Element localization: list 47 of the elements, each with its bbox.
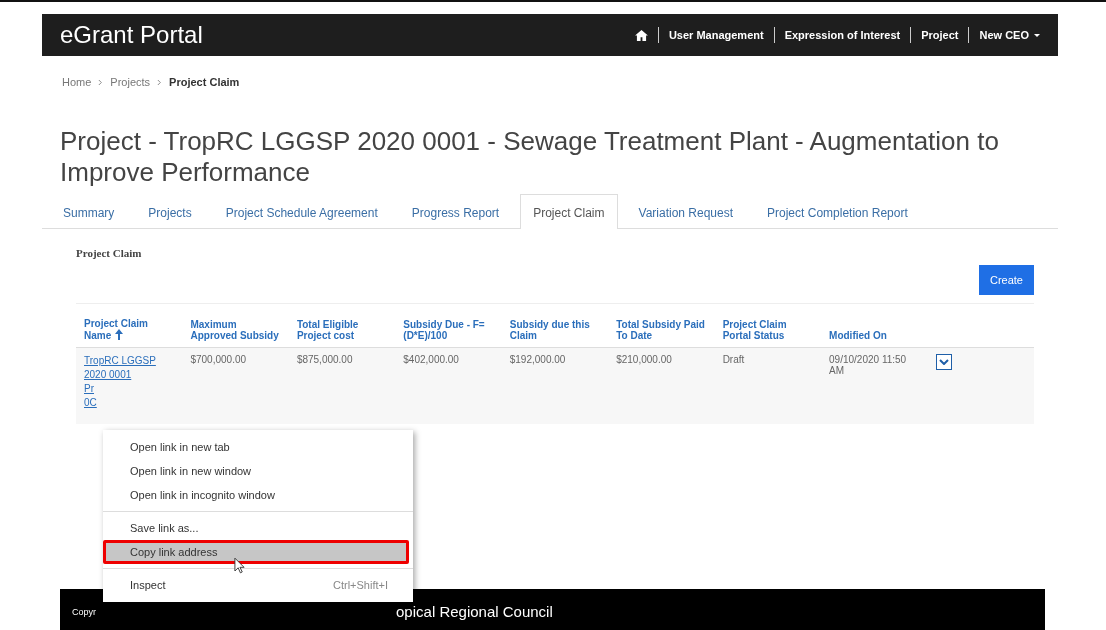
table-cell: $192,000.00 <box>501 347 609 424</box>
context-menu-item[interactable]: Open link in new window <box>103 459 413 483</box>
tab[interactable]: Variation Request <box>625 194 747 229</box>
column-header[interactable]: Subsidy due this Claim <box>501 312 609 348</box>
table-cell: $700,000.00 <box>182 347 289 424</box>
portal-brand[interactable]: eGrant Portal <box>60 21 203 49</box>
table-cell: 09/10/2020 11:50 AM <box>821 347 928 424</box>
context-menu-item[interactable]: Open link in new tab <box>103 435 413 459</box>
breadcrumb-link[interactable]: Home <box>62 76 92 88</box>
section-title: Project Claim <box>76 246 143 259</box>
table-cell: Draft <box>714 347 822 424</box>
page-title: Project - TropRC LGGSP 2020 0001 - Sewage Treatment Plant - Augmentation to Improve Performance <box>60 126 1000 188</box>
context-menu-item[interactable]: Save link as... <box>103 516 413 540</box>
tab[interactable]: Summary <box>50 194 128 229</box>
table-cell: $875,000.00 <box>288 347 396 424</box>
nav-link[interactable]: Expression of Interest <box>784 29 901 41</box>
column-header[interactable]: Project Claim Name <box>76 312 183 348</box>
column-header[interactable]: Maximum Approved Subsidy <box>182 312 289 348</box>
nav-link[interactable]: New CEO <box>979 29 1040 41</box>
breadcrumb-separator-icon <box>98 78 104 86</box>
breadcrumb-link[interactable]: Projects <box>110 76 151 88</box>
tab[interactable]: Project Claim <box>520 194 618 229</box>
tab[interactable]: Project Schedule Agreement <box>212 194 391 229</box>
tab[interactable]: Project Completion Report <box>754 194 921 229</box>
mouse-cursor-icon <box>234 557 245 574</box>
tab[interactable]: Progress Report <box>398 194 513 229</box>
chevron-down-icon <box>938 359 949 365</box>
context-menu-item[interactable]: Inspect Ctrl+Shift+I <box>103 573 413 597</box>
column-header[interactable]: Subsidy Due - F=(D*E)/100 <box>395 312 502 348</box>
breadcrumb-link[interactable]: Project Claim <box>169 76 240 88</box>
table-cell: $402,000.00 <box>395 347 502 424</box>
caret-icon <box>1034 33 1040 37</box>
nav-link[interactable]: User Management <box>668 29 764 41</box>
footer-text: opical Regional Council <box>396 603 553 620</box>
tab[interactable]: Projects <box>135 194 205 229</box>
column-header[interactable]: Total Eligible Project cost <box>288 312 396 348</box>
row-actions-dropdown[interactable] <box>935 354 952 370</box>
column-header[interactable]: Total Subsidy Paid To Date <box>608 312 715 348</box>
context-menu-item[interactable]: Open link in incognito window <box>103 483 413 507</box>
home-icon[interactable] <box>634 29 648 41</box>
create-button[interactable]: Create <box>978 265 1034 295</box>
nav-link[interactable]: Project <box>921 29 959 41</box>
footer-text: Copyr <box>72 606 96 617</box>
column-header[interactable]: Modified On <box>821 312 928 348</box>
breadcrumb-separator-icon <box>157 78 163 86</box>
column-header[interactable]: Project Claim Portal Status <box>714 312 822 348</box>
table-cell: $210,000.00 <box>608 347 715 424</box>
